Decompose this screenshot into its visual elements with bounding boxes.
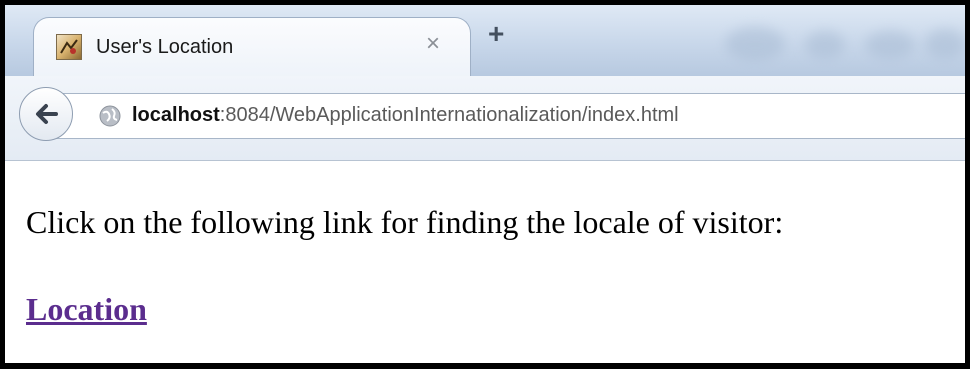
navigation-bar: localhost:8084/WebApplicationInternation… — [5, 76, 965, 161]
url-text[interactable]: localhost:8084/WebApplicationInternation… — [132, 104, 679, 127]
url-path: :8084/WebApplicationInternationalization… — [219, 104, 679, 126]
page-content: Click on the following link for finding … — [5, 161, 965, 363]
blurred-toolbar-area — [925, 29, 965, 59]
back-arrow-icon — [36, 104, 58, 124]
blurred-toolbar-area — [805, 31, 845, 59]
new-tab-button[interactable]: + — [488, 20, 504, 48]
url-host: localhost — [132, 104, 220, 126]
address-bar[interactable]: localhost:8084/WebApplicationInternation… — [47, 93, 965, 139]
back-button[interactable] — [19, 87, 73, 141]
tab-title: User's Location — [96, 36, 234, 58]
blurred-toolbar-area — [725, 27, 785, 61]
map-favicon-icon — [56, 34, 82, 60]
tab-strip: User's Location × + — [5, 5, 965, 79]
location-link[interactable]: Location — [26, 291, 147, 328]
tab-users-location[interactable]: User's Location × — [33, 17, 471, 79]
instruction-text: Click on the following link for finding … — [26, 204, 784, 240]
tab-close-icon[interactable]: × — [426, 32, 440, 56]
browser-window: User's Location × + localhost:8084/WebAp… — [5, 5, 965, 363]
globe-icon — [98, 104, 122, 133]
blurred-toolbar-area — [865, 31, 915, 59]
